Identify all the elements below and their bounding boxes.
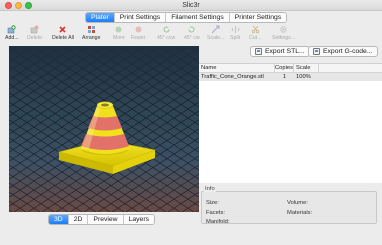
tab-plater[interactable]: Plater [86, 13, 115, 22]
object-copies: 1 [282, 74, 287, 80]
window-title: Slic3r [182, 1, 200, 9]
scale-icon [211, 25, 220, 34]
delete-all-button-label: Delete All [52, 35, 74, 41]
export-stl-button[interactable]: Export STL... [250, 46, 310, 57]
more-button[interactable]: More [113, 25, 125, 41]
view-tab-2d[interactable]: 2D [68, 215, 89, 224]
rotate-ccw-button-label: 45° ccw [157, 35, 176, 41]
column-header-scale[interactable]: Scale [294, 64, 319, 72]
export-gcode-label: Export G-code... [323, 48, 373, 55]
view-tab-3d[interactable]: 3D [49, 215, 69, 224]
info-volume-label: Volume: [287, 200, 308, 206]
settings-icon [279, 25, 288, 34]
more-button-label: More [113, 35, 125, 41]
rotate-cw-icon [187, 25, 196, 34]
title-bar: Slic3r [0, 0, 382, 11]
arrange-icon [87, 25, 96, 34]
column-header-name[interactable]: Name [199, 64, 275, 72]
3d-viewport[interactable] [9, 46, 199, 212]
cut-icon [251, 25, 260, 34]
tab-filament-settings[interactable]: Filament Settings [166, 13, 230, 22]
view-tabs: 3D 2D Preview Layers [48, 214, 155, 225]
floppy-icon [255, 48, 262, 55]
info-panel: Size: Facets: Manifold: Volume: Material… [199, 186, 382, 225]
object-list-header: Name Copies Scale [199, 64, 382, 73]
info-title: Info [204, 186, 216, 192]
arrange-button-label: Arrange [82, 35, 101, 41]
fewer-button[interactable]: Fewer [131, 25, 145, 41]
scale-button-label: Scale... [207, 35, 225, 41]
arrange-button[interactable]: Arrange [82, 25, 100, 41]
fewer-button-label: Fewer [131, 35, 146, 41]
add-button-label: Add... [5, 35, 19, 41]
info-materials-label: Materials: [287, 210, 313, 216]
rotate-ccw-button[interactable]: 45° ccw [157, 25, 175, 41]
plater-toolbar: Add... Delete Delete All Arrange More Fe… [0, 24, 382, 45]
tab-print-settings[interactable]: Print Settings [114, 13, 167, 22]
delete-icon [30, 25, 39, 34]
main-tabs: Plater Print Settings Filament Settings … [85, 12, 288, 23]
add-icon [7, 25, 16, 34]
delete-button[interactable]: Delete [27, 25, 42, 41]
settings-button-label: Settings... [272, 35, 296, 41]
split-icon [231, 25, 240, 34]
minus-icon [134, 25, 143, 34]
add-button[interactable]: Add... [5, 25, 19, 41]
delete-all-icon [58, 25, 67, 34]
tab-printer-settings[interactable]: Printer Settings [229, 13, 287, 22]
split-button[interactable]: Split [230, 25, 240, 41]
info-size-label: Size: [206, 200, 219, 206]
delete-all-button[interactable]: Delete All [52, 25, 74, 41]
info-manifold-label: Manifold: [206, 219, 230, 225]
split-button-label: Split [230, 35, 241, 41]
delete-button-label: Delete [27, 35, 42, 41]
rotate-cw-button-label: 45° cw [184, 35, 200, 41]
cut-button-label: Cut... [249, 35, 262, 41]
table-row[interactable]: Traffic_Cone_Orange.stl 1 100% [199, 73, 382, 81]
object-scale: 100% [296, 74, 311, 80]
scale-button[interactable]: Scale... [207, 25, 224, 41]
object-list[interactable]: Name Copies Scale Traffic_Cone_Orange.st… [199, 63, 382, 183]
settings-button[interactable]: Settings... [272, 25, 295, 41]
rotate-ccw-icon [162, 25, 171, 34]
info-facets-label: Facets: [206, 210, 226, 216]
view-tab-preview[interactable]: Preview [88, 215, 124, 224]
rotate-cw-button[interactable]: 45° cw [184, 25, 200, 41]
cut-button[interactable]: Cut... [249, 25, 261, 41]
plus-icon [114, 25, 123, 34]
floppy-icon [313, 48, 320, 55]
object-name: Traffic_Cone_Orange.stl [201, 74, 264, 80]
export-stl-label: Export STL... [265, 48, 305, 55]
column-header-copies[interactable]: Copies [275, 64, 294, 72]
bed-scene [9, 46, 199, 212]
info-box: Size: Facets: Manifold: Volume: Material… [201, 191, 377, 225]
view-tab-layers[interactable]: Layers [123, 215, 154, 224]
export-gcode-button[interactable]: Export G-code... [308, 46, 378, 57]
